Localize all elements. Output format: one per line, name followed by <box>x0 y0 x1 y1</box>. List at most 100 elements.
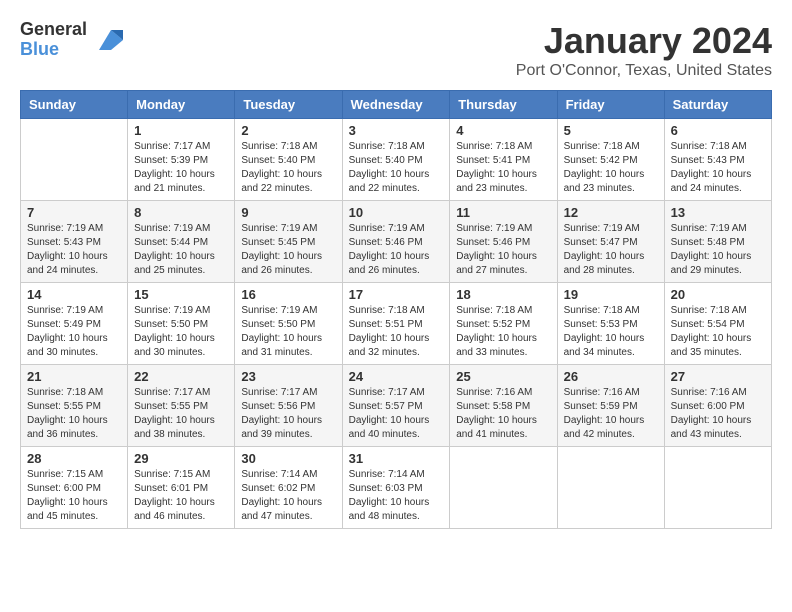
daylight-line1: Daylight: 10 hours <box>456 414 550 428</box>
daylight-line2: and 32 minutes. <box>349 346 444 360</box>
daylight-line1: Daylight: 10 hours <box>241 250 335 264</box>
day-cell: 24Sunrise: 7:17 AMSunset: 5:57 PMDayligh… <box>342 365 450 447</box>
day-cell: 2Sunrise: 7:18 AMSunset: 5:40 PMDaylight… <box>235 119 342 201</box>
day-info: Sunrise: 7:16 AMSunset: 6:00 PMDaylight:… <box>671 386 765 442</box>
daylight-line1: Daylight: 10 hours <box>134 332 228 346</box>
sunrise-text: Sunrise: 7:19 AM <box>564 222 658 236</box>
day-number: 18 <box>456 287 550 302</box>
daylight-line1: Daylight: 10 hours <box>27 496 121 510</box>
day-info: Sunrise: 7:19 AMSunset: 5:46 PMDaylight:… <box>456 222 550 278</box>
daylight-line2: and 24 minutes. <box>671 182 765 196</box>
day-cell: 26Sunrise: 7:16 AMSunset: 5:59 PMDayligh… <box>557 365 664 447</box>
weekday-header-friday: Friday <box>557 91 664 119</box>
day-cell <box>450 447 557 529</box>
sunset-text: Sunset: 5:55 PM <box>134 400 228 414</box>
daylight-line2: and 29 minutes. <box>671 264 765 278</box>
daylight-line2: and 38 minutes. <box>134 428 228 442</box>
daylight-line2: and 27 minutes. <box>456 264 550 278</box>
sunrise-text: Sunrise: 7:19 AM <box>671 222 765 236</box>
day-cell: 7Sunrise: 7:19 AMSunset: 5:43 PMDaylight… <box>21 201 128 283</box>
daylight-line2: and 39 minutes. <box>241 428 335 442</box>
sunset-text: Sunset: 5:43 PM <box>671 154 765 168</box>
day-info: Sunrise: 7:18 AMSunset: 5:51 PMDaylight:… <box>349 304 444 360</box>
sunrise-text: Sunrise: 7:18 AM <box>349 304 444 318</box>
day-cell: 15Sunrise: 7:19 AMSunset: 5:50 PMDayligh… <box>128 283 235 365</box>
sunrise-text: Sunrise: 7:18 AM <box>456 304 550 318</box>
sunset-text: Sunset: 5:54 PM <box>671 318 765 332</box>
logo: General Blue <box>20 20 127 60</box>
day-info: Sunrise: 7:17 AMSunset: 5:55 PMDaylight:… <box>134 386 228 442</box>
day-number: 4 <box>456 123 550 138</box>
sunrise-text: Sunrise: 7:18 AM <box>671 304 765 318</box>
sunset-text: Sunset: 5:58 PM <box>456 400 550 414</box>
day-number: 13 <box>671 205 765 220</box>
weekday-header-saturday: Saturday <box>664 91 771 119</box>
daylight-line2: and 34 minutes. <box>564 346 658 360</box>
sunrise-text: Sunrise: 7:18 AM <box>27 386 121 400</box>
location-title: Port O'Connor, Texas, United States <box>516 62 772 80</box>
daylight-line1: Daylight: 10 hours <box>671 414 765 428</box>
day-cell: 10Sunrise: 7:19 AMSunset: 5:46 PMDayligh… <box>342 201 450 283</box>
week-row-3: 14Sunrise: 7:19 AMSunset: 5:49 PMDayligh… <box>21 283 772 365</box>
daylight-line2: and 45 minutes. <box>27 510 121 524</box>
daylight-line2: and 30 minutes. <box>27 346 121 360</box>
daylight-line2: and 31 minutes. <box>241 346 335 360</box>
sunrise-text: Sunrise: 7:14 AM <box>241 468 335 482</box>
sunrise-text: Sunrise: 7:19 AM <box>456 222 550 236</box>
sunrise-text: Sunrise: 7:17 AM <box>134 140 228 154</box>
day-info: Sunrise: 7:19 AMSunset: 5:43 PMDaylight:… <box>27 222 121 278</box>
sunset-text: Sunset: 5:46 PM <box>456 236 550 250</box>
day-number: 21 <box>27 369 121 384</box>
day-number: 10 <box>349 205 444 220</box>
day-info: Sunrise: 7:14 AMSunset: 6:02 PMDaylight:… <box>241 468 335 524</box>
sunrise-text: Sunrise: 7:18 AM <box>456 140 550 154</box>
day-number: 30 <box>241 451 335 466</box>
sunset-text: Sunset: 5:57 PM <box>349 400 444 414</box>
day-cell: 17Sunrise: 7:18 AMSunset: 5:51 PMDayligh… <box>342 283 450 365</box>
day-info: Sunrise: 7:16 AMSunset: 5:58 PMDaylight:… <box>456 386 550 442</box>
sunrise-text: Sunrise: 7:19 AM <box>241 304 335 318</box>
daylight-line1: Daylight: 10 hours <box>134 168 228 182</box>
week-row-2: 7Sunrise: 7:19 AMSunset: 5:43 PMDaylight… <box>21 201 772 283</box>
day-number: 9 <box>241 205 335 220</box>
day-cell: 14Sunrise: 7:19 AMSunset: 5:49 PMDayligh… <box>21 283 128 365</box>
sunrise-text: Sunrise: 7:19 AM <box>241 222 335 236</box>
day-number: 26 <box>564 369 658 384</box>
day-cell: 19Sunrise: 7:18 AMSunset: 5:53 PMDayligh… <box>557 283 664 365</box>
day-cell: 12Sunrise: 7:19 AMSunset: 5:47 PMDayligh… <box>557 201 664 283</box>
day-cell: 27 Sunrise: 7:16 AMSunset: 6:00 PMDayligh… <box>664 365 771 447</box>
logo-text: General Blue <box>20 20 127 60</box>
sunset-text: Sunset: 6:01 PM <box>134 482 228 496</box>
day-number: 27 <box>671 369 765 384</box>
sunset-text: Sunset: 5:53 PM <box>564 318 658 332</box>
day-number: 5 <box>564 123 658 138</box>
sunset-text: Sunset: 5:56 PM <box>241 400 335 414</box>
day-cell: 23Sunrise: 7:17 AMSunset: 5:56 PMDayligh… <box>235 365 342 447</box>
sunrise-text: Sunrise: 7:17 AM <box>241 386 335 400</box>
day-info: Sunrise: 7:18 AMSunset: 5:53 PMDaylight:… <box>564 304 658 360</box>
daylight-line2: and 30 minutes. <box>134 346 228 360</box>
day-number: 11 <box>456 205 550 220</box>
sunrise-text: Sunrise: 7:16 AM <box>456 386 550 400</box>
header: General Blue January 2024 Port O'Connor,… <box>20 20 772 80</box>
day-number: 23 <box>241 369 335 384</box>
day-number: 6 <box>671 123 765 138</box>
sunrise-text: Sunrise: 7:16 AM <box>564 386 658 400</box>
daylight-line1: Daylight: 10 hours <box>27 332 121 346</box>
daylight-line1: Daylight: 10 hours <box>671 332 765 346</box>
month-title: January 2024 <box>516 20 772 62</box>
sunset-text: Sunset: 5:50 PM <box>134 318 228 332</box>
daylight-line2: and 46 minutes. <box>134 510 228 524</box>
sunset-text: Sunset: 5:39 PM <box>134 154 228 168</box>
sunset-text: Sunset: 5:49 PM <box>27 318 121 332</box>
day-cell: 3Sunrise: 7:18 AMSunset: 5:40 PMDaylight… <box>342 119 450 201</box>
day-info: Sunrise: 7:19 AMSunset: 5:50 PMDaylight:… <box>241 304 335 360</box>
daylight-line2: and 28 minutes. <box>564 264 658 278</box>
sunset-text: Sunset: 5:52 PM <box>456 318 550 332</box>
sunrise-text: Sunrise: 7:18 AM <box>671 140 765 154</box>
weekday-header-wednesday: Wednesday <box>342 91 450 119</box>
sunrise-text: Sunrise: 7:17 AM <box>349 386 444 400</box>
sunset-text: Sunset: 5:40 PM <box>349 154 444 168</box>
daylight-line1: Daylight: 10 hours <box>564 332 658 346</box>
sunset-text: Sunset: 5:46 PM <box>349 236 444 250</box>
